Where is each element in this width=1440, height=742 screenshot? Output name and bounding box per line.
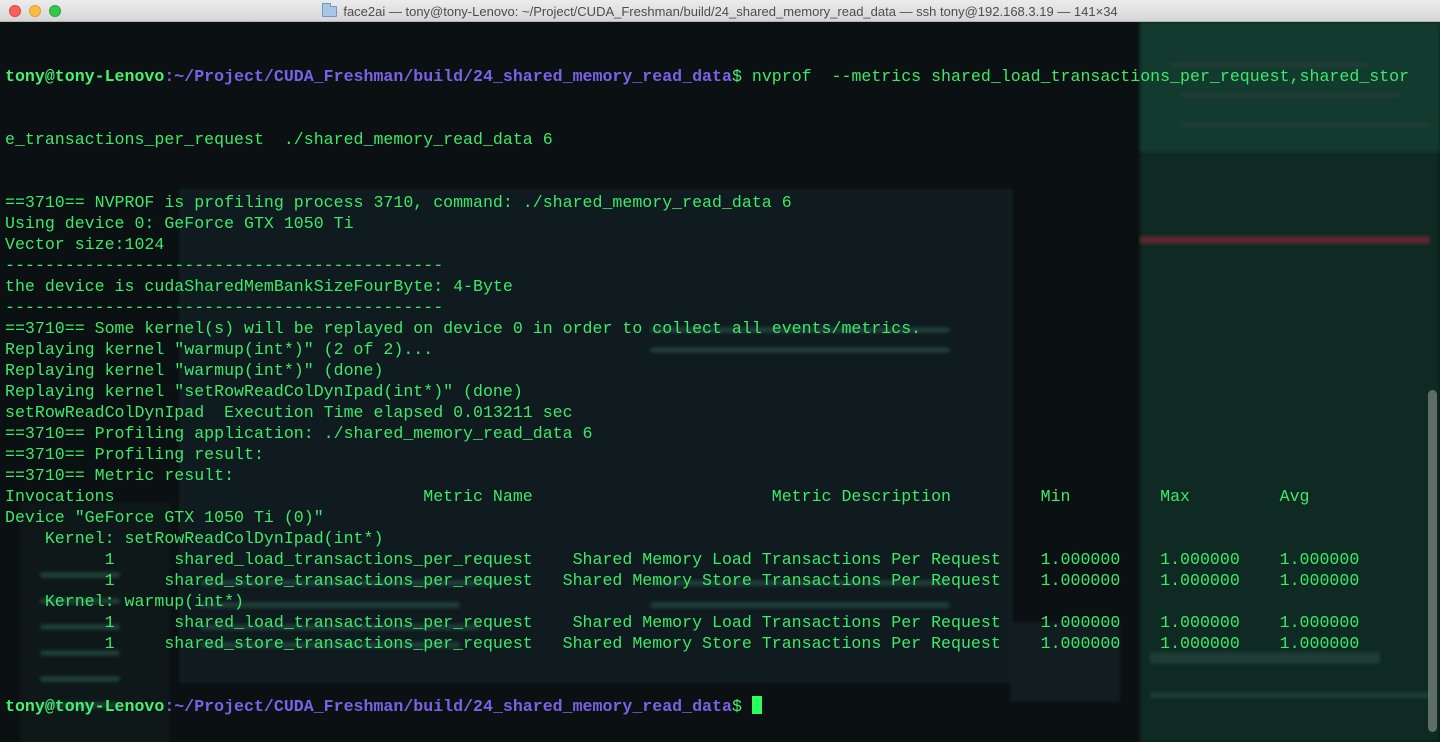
- output-line: ----------------------------------------…: [5, 298, 444, 317]
- output-line: Kernel: setRowReadColDynIpad(int*): [5, 529, 384, 548]
- output-line: 1 shared_load_transactions_per_request S…: [5, 550, 1360, 569]
- output-line: Device "GeForce GTX 1050 Ti (0)": [5, 508, 324, 527]
- terminal-output[interactable]: tony@tony-Lenovo:~/Project/CUDA_Freshman…: [5, 24, 1409, 742]
- output-line: Replaying kernel "warmup(int*)" (2 of 2)…: [5, 340, 434, 359]
- output-line: Kernel: warmup(int*): [5, 592, 244, 611]
- output-line: ==3710== NVPROF is profiling process 371…: [5, 193, 792, 212]
- prompt-user-host: tony@tony-Lenovo: [5, 67, 165, 86]
- output-lines: ==3710== NVPROF is profiling process 371…: [5, 192, 1409, 654]
- output-line: ==3710== Some kernel(s) will be replayed…: [5, 319, 922, 338]
- command-text: nvprof --metrics shared_load_transaction…: [751, 67, 1410, 86]
- output-line: Vector size:1024: [5, 235, 165, 254]
- output-line: 1 shared_store_transactions_per_request …: [5, 634, 1360, 653]
- terminal-cursor[interactable]: [751, 696, 762, 714]
- output-line: ==3710== Profiling result:: [5, 445, 264, 464]
- output-line: 1 shared_load_transactions_per_request S…: [5, 613, 1360, 632]
- output-line: Replaying kernel "setRowReadColDynIpad(i…: [5, 382, 523, 401]
- output-line: ----------------------------------------…: [5, 256, 444, 275]
- command-line-wrap: e_transactions_per_request ./shared_memo…: [5, 130, 553, 149]
- output-line: 1 shared_store_transactions_per_request …: [5, 571, 1360, 590]
- title-bar[interactable]: face2ai — tony@tony-Lenovo: ~/Project/CU…: [0, 0, 1440, 22]
- prompt-sign: $: [731, 697, 752, 716]
- output-line: ==3710== Profiling application: ./shared…: [5, 424, 593, 443]
- output-line: setRowReadColDynIpad Execution Time elap…: [5, 403, 573, 422]
- output-line: Replaying kernel "warmup(int*)" (done): [5, 361, 384, 380]
- window-title: face2ai — tony@tony-Lenovo: ~/Project/CU…: [343, 3, 1118, 19]
- output-line: Invocations Metric Name Metric Descripti…: [5, 487, 1310, 506]
- terminal-window: face2ai — tony@tony-Lenovo: ~/Project/CU…: [0, 0, 1440, 742]
- command-line: tony@tony-Lenovo:~/Project/CUDA_Freshman…: [5, 66, 1409, 87]
- current-prompt-line: tony@tony-Lenovo:~/Project/CUDA_Freshman…: [5, 696, 1409, 717]
- prompt-path: :~/Project/CUDA_Freshman/build/24_shared…: [164, 697, 732, 716]
- output-line: ==3710== Metric result:: [5, 466, 235, 485]
- output-line: Using device 0: GeForce GTX 1050 Ti: [5, 214, 354, 233]
- prompt-sign: $: [731, 67, 752, 86]
- folder-icon: [322, 2, 338, 17]
- terminal-scrollbar[interactable]: [1428, 390, 1437, 732]
- window-title-area: face2ai — tony@tony-Lenovo: ~/Project/CU…: [0, 0, 1440, 22]
- output-line: the device is cudaSharedMemBankSizeFourB…: [5, 277, 513, 296]
- prompt-path: :~/Project/CUDA_Freshman/build/24_shared…: [164, 67, 732, 86]
- prompt-user-host: tony@tony-Lenovo: [5, 697, 165, 716]
